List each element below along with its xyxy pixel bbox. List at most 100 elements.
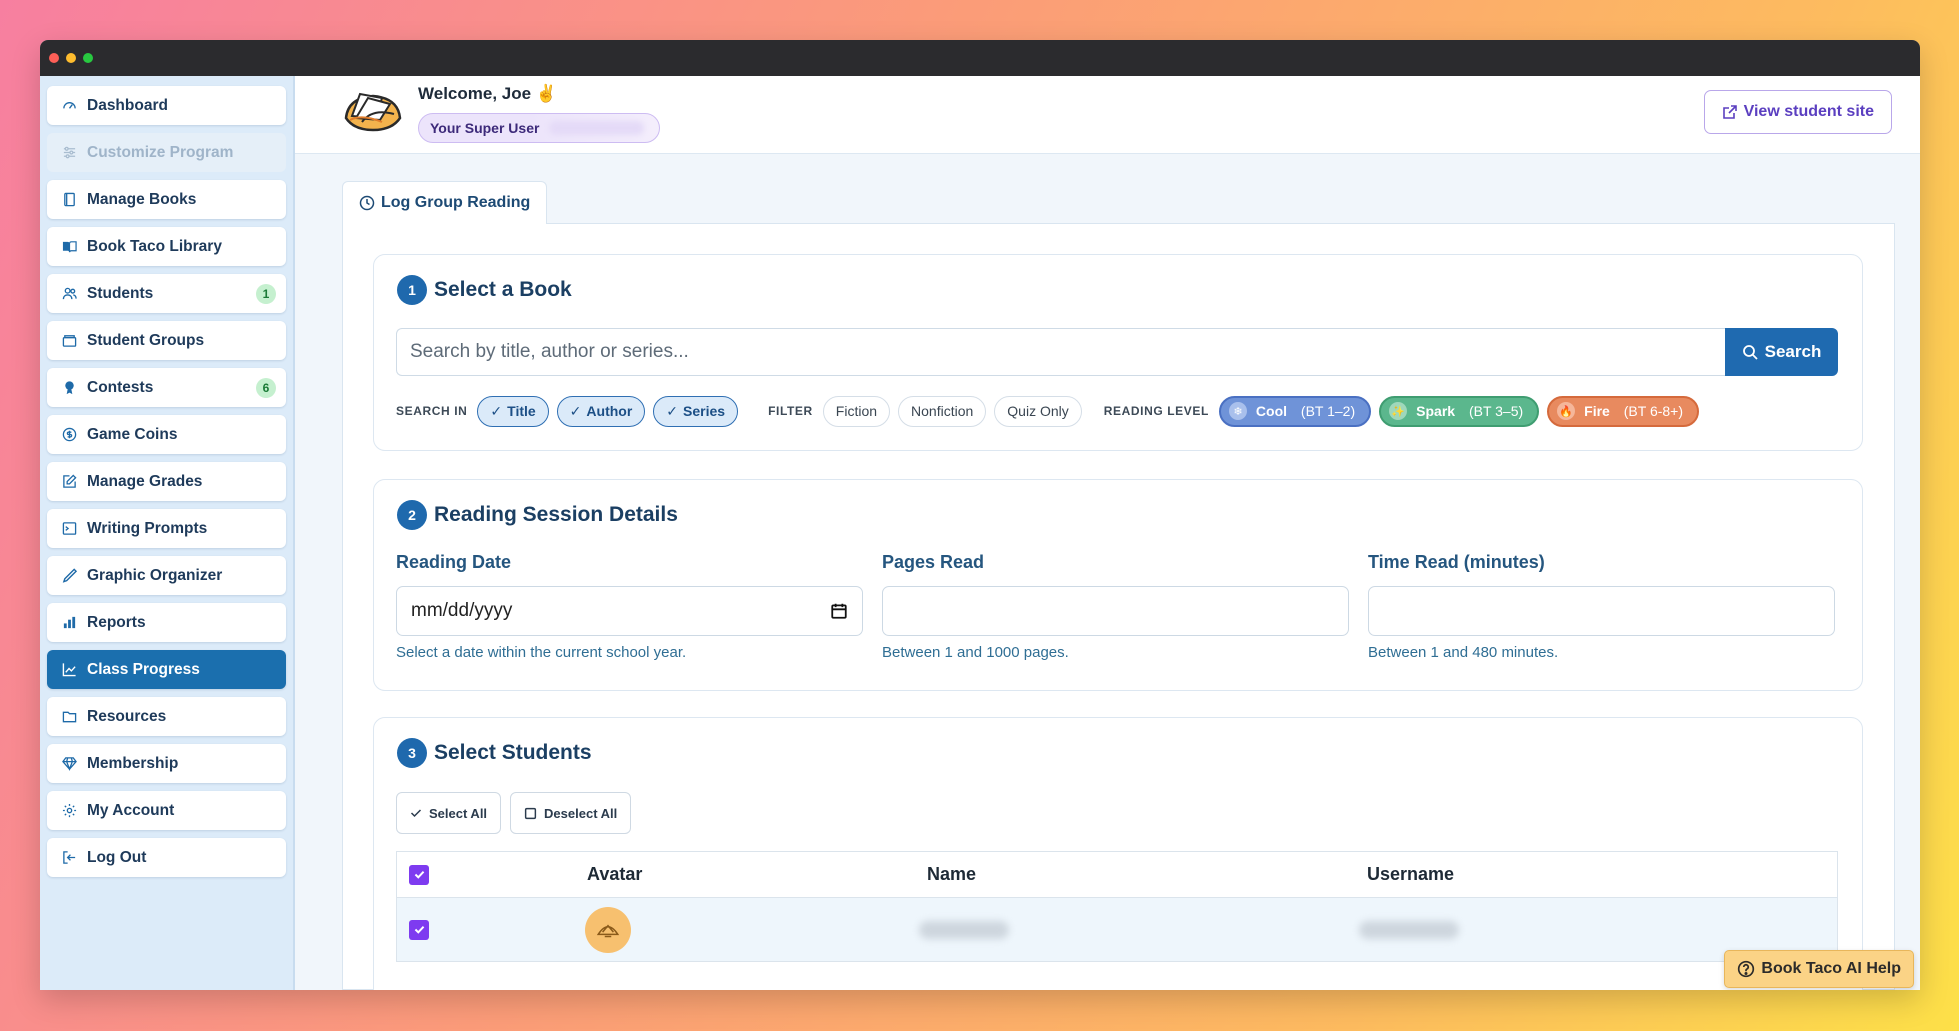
filter-nonfiction-chip[interactable]: Nonfiction bbox=[898, 395, 987, 427]
sidebar-item-label: Log Out bbox=[87, 848, 147, 866]
sidebar-item-students[interactable]: Students 1 bbox=[47, 274, 286, 313]
role-badge: Your Super User bbox=[418, 113, 660, 143]
chip-label: Author bbox=[586, 403, 633, 419]
search-in-title-chip[interactable]: ✓ Title bbox=[477, 395, 549, 427]
sidebar-item-my-account[interactable]: My Account bbox=[47, 791, 286, 830]
sidebar-item-label: Contests bbox=[87, 378, 154, 396]
field-help: Select a date within the current school … bbox=[396, 644, 687, 661]
name-cell bbox=[919, 920, 1367, 939]
close-window-button[interactable] bbox=[49, 53, 59, 63]
check-icon: ✓ bbox=[666, 402, 679, 419]
sidebar-item-contests[interactable]: Contests 6 bbox=[47, 368, 286, 407]
taco-avatar-icon bbox=[596, 923, 620, 937]
field-help: Between 1 and 1000 pages. bbox=[882, 644, 1069, 661]
step-title: Select Students bbox=[434, 741, 592, 764]
sidebar-item-writing-prompts[interactable]: Writing Prompts bbox=[47, 509, 286, 548]
select-all-label: Select All bbox=[429, 805, 488, 821]
maximize-window-button[interactable] bbox=[83, 53, 93, 63]
ai-help-button[interactable]: Book Taco AI Help bbox=[1724, 950, 1914, 988]
student-checkbox[interactable] bbox=[409, 919, 429, 940]
users-icon bbox=[61, 286, 77, 302]
search-in-series-chip[interactable]: ✓ Series bbox=[653, 395, 739, 427]
filter-fiction-chip[interactable]: Fiction bbox=[822, 395, 891, 427]
header-select-cell bbox=[397, 864, 587, 885]
redacted-text bbox=[549, 121, 645, 135]
field-help: Between 1 and 480 minutes. bbox=[1368, 644, 1559, 661]
logout-icon bbox=[61, 850, 77, 866]
sidebar-item-label: Reports bbox=[87, 613, 146, 631]
select-all-button[interactable]: Select All bbox=[396, 792, 502, 834]
select-all-checkbox[interactable] bbox=[409, 864, 429, 885]
gear-icon bbox=[61, 803, 77, 819]
table-row[interactable] bbox=[397, 898, 1837, 961]
pages-read-input[interactable] bbox=[882, 586, 1349, 636]
coin-icon bbox=[61, 427, 77, 443]
open-book-icon bbox=[61, 239, 77, 255]
book-search-input[interactable] bbox=[396, 328, 1725, 376]
reading-session-card: 2 Reading Session Details Reading Date m… bbox=[373, 479, 1863, 691]
sidebar-item-reports[interactable]: Reports bbox=[47, 603, 286, 642]
students-count-badge: 1 bbox=[256, 284, 276, 304]
reading-level-label: READING LEVEL bbox=[1103, 404, 1209, 418]
column-header-avatar: Avatar bbox=[587, 864, 643, 884]
window-titlebar bbox=[40, 40, 1920, 76]
select-book-card: 1 Select a Book Search SEARCH IN ✓Title … bbox=[373, 254, 1863, 451]
top-header: Welcome, Joe ✌️ Your Super User View stu… bbox=[295, 76, 1920, 154]
clock-icon bbox=[359, 195, 375, 211]
folder-icon bbox=[61, 709, 77, 725]
sidebar-item-manage-books[interactable]: Manage Books bbox=[47, 180, 286, 219]
check-icon bbox=[414, 925, 424, 934]
time-read-input[interactable] bbox=[1368, 586, 1835, 636]
gauge-icon bbox=[61, 98, 77, 114]
level-spark-chip[interactable]: ✨ Spark (BT 3–5) bbox=[1379, 395, 1540, 427]
check-icon: ✓ bbox=[569, 402, 582, 419]
sliders-icon bbox=[61, 145, 77, 161]
square-icon bbox=[524, 807, 537, 819]
time-read-field: Time Read (minutes) Between 1 and 480 mi… bbox=[1368, 552, 1835, 661]
field-label: Time Read (minutes) bbox=[1368, 552, 1545, 572]
sidebar-item-resources[interactable]: Resources bbox=[47, 697, 286, 736]
app-window: Dashboard Customize Program Manage Books… bbox=[40, 40, 1920, 990]
sidebar-item-label: My Account bbox=[87, 801, 175, 819]
sidebar-item-graphic-organizer[interactable]: Graphic Organizer bbox=[47, 556, 286, 595]
sidebar-item-book-taco-library[interactable]: Book Taco Library bbox=[47, 227, 286, 266]
sidebar-item-label: Membership bbox=[87, 754, 179, 772]
tab-panel: 1 Select a Book Search SEARCH IN ✓Title … bbox=[342, 223, 1895, 990]
tab-log-group-reading[interactable]: Log Group Reading bbox=[342, 181, 548, 224]
sidebar-item-game-coins[interactable]: Game Coins bbox=[47, 415, 286, 454]
sidebar-item-membership[interactable]: Membership bbox=[47, 744, 286, 783]
view-student-site-label: View student site bbox=[1743, 103, 1874, 120]
level-fire-chip[interactable]: 🔥 Fire (BT 6-8+) bbox=[1547, 395, 1700, 427]
search-in-author-chip[interactable]: ✓ Author bbox=[556, 395, 646, 427]
sidebar: Dashboard Customize Program Manage Books… bbox=[40, 76, 295, 990]
search-button[interactable]: Search bbox=[1725, 328, 1838, 376]
deselect-all-button[interactable]: Deselect All bbox=[510, 792, 632, 834]
pages-read-field: Pages Read Between 1 and 1000 pages. bbox=[882, 552, 1349, 661]
level-name: Fire bbox=[1584, 403, 1610, 419]
sparkle-icon: ✨ bbox=[1389, 402, 1408, 420]
avatar-cell bbox=[585, 906, 927, 953]
sidebar-item-manage-grades[interactable]: Manage Grades bbox=[47, 462, 286, 501]
step-number: 2 bbox=[397, 500, 427, 530]
level-cool-chip[interactable]: ❄ Cool (BT 1–2) bbox=[1218, 395, 1372, 427]
reading-date-input[interactable]: mm/dd/yyyy bbox=[396, 586, 863, 636]
archive-icon bbox=[61, 333, 77, 349]
sidebar-item-class-progress[interactable]: Class Progress bbox=[47, 650, 286, 689]
ai-help-label: Book Taco AI Help bbox=[1761, 960, 1901, 977]
redacted-name bbox=[919, 920, 1009, 939]
selection-buttons: Select All Deselect All bbox=[396, 792, 632, 834]
welcome-text: Welcome, Joe ✌️ bbox=[418, 84, 557, 103]
minimize-window-button[interactable] bbox=[66, 53, 76, 63]
view-student-site-button[interactable]: View student site bbox=[1703, 90, 1892, 134]
book-search-row: Search bbox=[396, 328, 1838, 376]
level-name: Spark bbox=[1416, 403, 1456, 419]
help-circle-icon bbox=[1738, 960, 1755, 978]
filter-quiz-only-chip[interactable]: Quiz Only bbox=[994, 395, 1082, 427]
main-content: Log Group Reading 1 Select a Book Search bbox=[295, 154, 1920, 990]
sidebar-item-log-out[interactable]: Log Out bbox=[47, 838, 286, 877]
level-range: (BT 6-8+) bbox=[1623, 403, 1684, 419]
sidebar-item-student-groups[interactable]: Student Groups bbox=[47, 321, 286, 360]
calendar-icon[interactable] bbox=[830, 602, 848, 620]
sidebar-item-dashboard[interactable]: Dashboard bbox=[47, 86, 286, 125]
session-fields: Reading Date mm/dd/yyyy Select a date wi… bbox=[396, 552, 1835, 661]
